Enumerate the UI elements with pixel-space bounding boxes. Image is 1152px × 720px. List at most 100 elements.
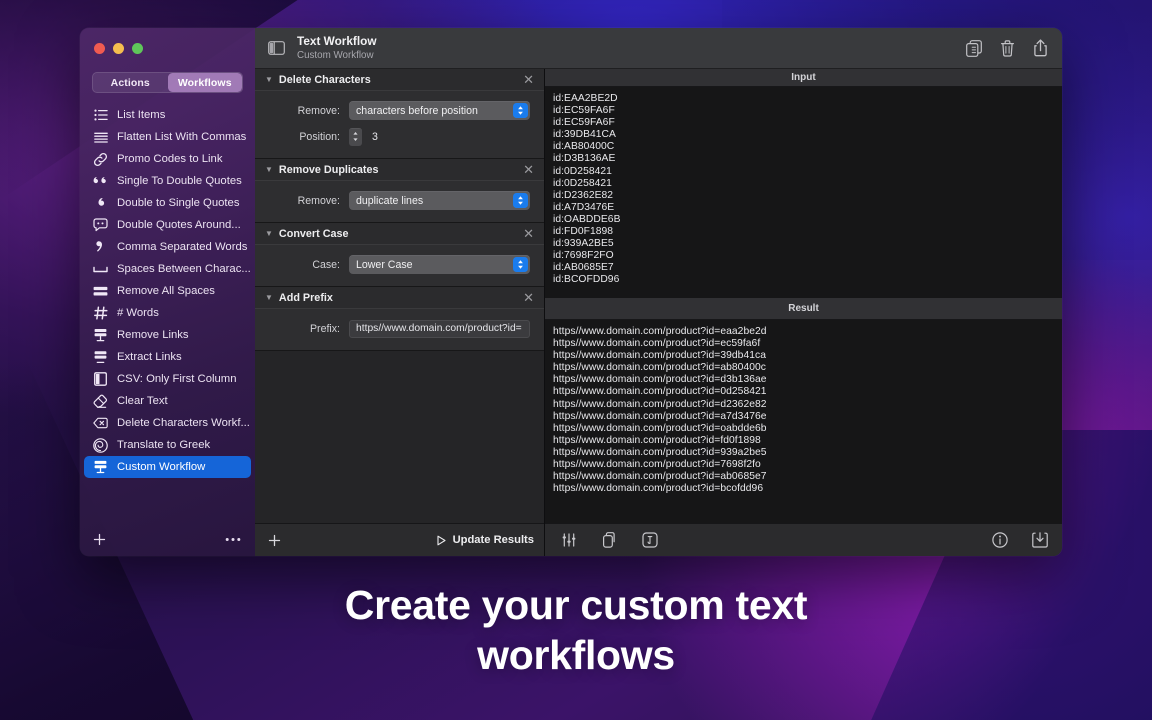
result-line: https//www.domain.com/product?id=7698f2f… xyxy=(553,459,761,471)
popup-value: duplicate lines xyxy=(356,194,424,207)
app-window: Actions Workflows List Items Flatten List… xyxy=(80,28,1062,556)
share-icon[interactable] xyxy=(1033,39,1048,57)
stepper-value[interactable]: 3 xyxy=(372,131,378,143)
workflow-list[interactable]: List Items Flatten List With Commas Promo … xyxy=(80,103,255,523)
sidebar-item-remove-all-spaces[interactable]: Remove All Spaces xyxy=(84,280,251,302)
sidebar-item-delete-characters-workf[interactable]: Delete Characters Workf... xyxy=(84,412,251,434)
input-line: id:7698F2FO xyxy=(553,250,614,262)
titlebar: Text Workflow Custom Workflow xyxy=(255,28,1062,69)
action-card-body: Prefix: https//www.domain.com/product?id= xyxy=(255,309,544,350)
quantity-stepper[interactable] xyxy=(349,127,362,146)
input-line: id:OABDDE6B xyxy=(553,213,621,225)
tab-workflows[interactable]: Workflows xyxy=(167,73,242,92)
info-icon[interactable] xyxy=(992,532,1008,548)
popup-button[interactable]: duplicate lines xyxy=(349,191,530,210)
action-card-header: ▼ Convert Case ✕ xyxy=(255,223,544,245)
disclosure-triangle-icon[interactable]: ▼ xyxy=(265,229,273,238)
sidebar-item-comma-separated-words[interactable]: Comma Separated Words xyxy=(84,236,251,258)
close-icon[interactable]: ✕ xyxy=(523,163,534,176)
add-action-button[interactable] xyxy=(267,533,282,548)
sidebar-item-csv-only-first-column[interactable]: CSV: Only First Column xyxy=(84,368,251,390)
disclosure-triangle-icon[interactable]: ▼ xyxy=(265,75,273,84)
sidebar-item-label: Custom Workflow xyxy=(117,461,206,473)
field-label: Remove: xyxy=(297,104,340,117)
minimize-window-button[interactable] xyxy=(113,43,124,54)
input-line: id:EC59FA6F xyxy=(553,117,615,129)
result-line: https//www.domain.com/product?id=fd0f189… xyxy=(553,434,761,446)
disclosure-triangle-icon[interactable]: ▼ xyxy=(265,165,273,174)
close-window-button[interactable] xyxy=(94,43,105,54)
action-card-header: ▼ Add Prefix ✕ xyxy=(255,287,544,309)
result-line: https//www.domain.com/product?id=ab80400… xyxy=(553,362,766,374)
export-icon[interactable] xyxy=(1032,532,1048,548)
result-line: https//www.domain.com/product?id=bcofdd9… xyxy=(553,483,764,495)
field-row: Case: Lower Case xyxy=(269,255,530,274)
action-card: ▼ Add Prefix ✕ Prefix: https//www.domain.com… xyxy=(255,287,544,351)
update-results-button[interactable]: Update Results xyxy=(436,534,534,546)
result-textarea[interactable]: https//www.domain.com/product?id=eaa2be2… xyxy=(545,320,1062,523)
remove-links-icon xyxy=(93,328,108,343)
popup-button[interactable]: characters before position xyxy=(349,101,530,120)
input-line: id:AB80400C xyxy=(553,141,615,153)
input-line: id:EC59FA6F xyxy=(553,105,615,117)
sidebar-item-double-quotes-around[interactable]: Double Quotes Around... xyxy=(84,214,251,236)
sidebar-item-words[interactable]: # Words xyxy=(84,302,251,324)
input-line: id:0D258421 xyxy=(553,177,612,189)
sidebar-item-spaces-between-charac[interactable]: Spaces Between Charac... xyxy=(84,258,251,280)
sidebar-segmented-control[interactable]: Actions Workflows xyxy=(92,72,243,93)
sidebar-item-list-items[interactable]: List Items xyxy=(84,104,251,126)
sidebar-item-label: List Items xyxy=(117,109,166,121)
sidebar-item-promo-codes-to-link[interactable]: Promo Codes to Link xyxy=(84,148,251,170)
input-line: id:FD0F1898 xyxy=(553,226,614,238)
prefix-input[interactable]: https//www.domain.com/product?id= xyxy=(349,319,530,338)
disclosure-triangle-icon[interactable]: ▼ xyxy=(265,293,273,302)
traffic-lights xyxy=(80,28,255,69)
sidebar-item-double-to-single-quotes[interactable]: Double to Single Quotes xyxy=(84,192,251,214)
add-workflow-button[interactable] xyxy=(92,532,107,547)
sidebar-item-label: Double Quotes Around... xyxy=(117,219,241,231)
popup-button[interactable]: Lower Case xyxy=(349,255,530,274)
trash-icon[interactable] xyxy=(1000,39,1015,57)
sidebar-footer xyxy=(80,523,255,556)
result-line: https//www.domain.com/product?id=d2362e8… xyxy=(553,398,767,410)
sidebar-item-remove-links[interactable]: Remove Links xyxy=(84,324,251,346)
marketing-caption: Create your custom text workflows xyxy=(0,580,1152,680)
action-card-header: ▼ Delete Characters ✕ xyxy=(255,69,544,91)
update-results-label: Update Results xyxy=(452,534,534,546)
sidebar-item-extract-links[interactable]: Extract Links xyxy=(84,346,251,368)
content-row: ▼ Delete Characters ✕ Remove: characters bef… xyxy=(255,69,1062,556)
sidebar-item-label: # Words xyxy=(117,307,159,319)
workflow-icon xyxy=(93,460,108,475)
spiral-icon xyxy=(93,437,108,453)
tab-actions[interactable]: Actions xyxy=(93,73,168,92)
close-icon[interactable]: ✕ xyxy=(523,73,534,86)
action-card-title: Add Prefix xyxy=(278,291,333,304)
sidebar-item-flatten-list-with-commas[interactable]: Flatten List With Commas xyxy=(84,126,251,148)
io-footer-right xyxy=(992,532,1048,548)
popup-value: characters before position xyxy=(356,104,478,117)
input-pane: Input id:EAA2BE2D id:EC59FA6F id:EC59FA6F i… xyxy=(545,69,1062,298)
sliders-icon[interactable] xyxy=(561,532,577,548)
zoom-window-button[interactable] xyxy=(132,43,143,54)
action-card: ▼ Remove Duplicates ✕ Remove: duplicate line… xyxy=(255,159,544,223)
sidebar-item-custom-workflow[interactable]: Custom Workflow xyxy=(84,456,251,478)
text-box-icon[interactable] xyxy=(642,532,658,548)
double-quote-icon xyxy=(93,174,108,189)
sidebar-item-translate-to-greek[interactable]: Translate to Greek xyxy=(84,434,251,456)
duplicate-button[interactable] xyxy=(966,39,982,57)
copy-icon[interactable] xyxy=(602,532,617,548)
field-label: Remove: xyxy=(297,194,340,207)
sidebar-item-single-to-double-quotes[interactable]: Single To Double Quotes xyxy=(84,170,251,192)
close-icon[interactable]: ✕ xyxy=(523,227,534,240)
chevron-updown-icon xyxy=(513,257,528,272)
actions-list[interactable]: ▼ Delete Characters ✕ Remove: characters bef… xyxy=(255,69,544,523)
more-options-button[interactable] xyxy=(225,537,241,542)
eraser-icon xyxy=(93,394,108,409)
sidebar-item-clear-text[interactable]: Clear Text xyxy=(84,390,251,412)
sidebar-item-label: Clear Text xyxy=(117,395,168,407)
input-textarea[interactable]: id:EAA2BE2D id:EC59FA6F id:EC59FA6F id:39DB… xyxy=(545,87,1062,298)
field-row: Prefix: https//www.domain.com/product?id= xyxy=(269,319,530,338)
close-icon[interactable]: ✕ xyxy=(523,291,534,304)
sidebar-toggle-icon[interactable] xyxy=(268,41,285,55)
field-row: Position: 3 xyxy=(269,127,530,146)
